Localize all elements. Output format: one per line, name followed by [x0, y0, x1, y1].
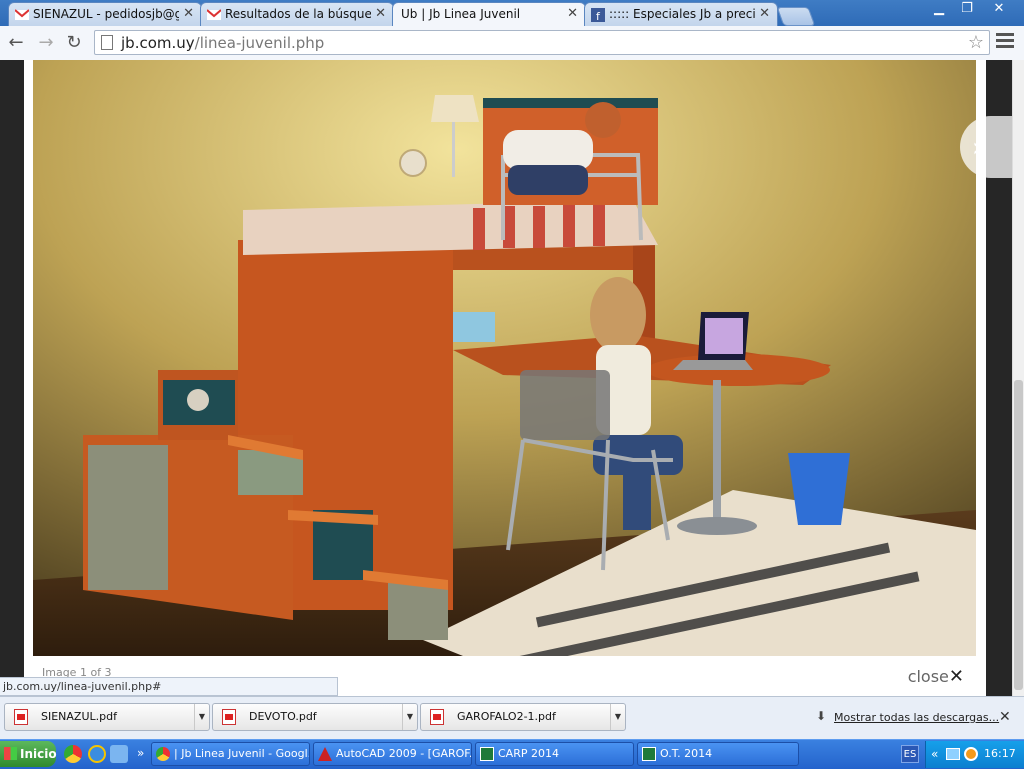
address-bar[interactable]: jb.com.uy/linea-juvenil.php ☆ — [94, 30, 990, 55]
excel-icon — [642, 747, 656, 761]
language-indicator[interactable]: ES — [901, 745, 919, 763]
close-icon[interactable]: ✕ — [567, 6, 578, 21]
close-icon[interactable]: ✕ — [375, 6, 386, 21]
task-autocad[interactable]: AutoCAD 2009 - [GAROF... — [313, 742, 472, 766]
task-label: O.T. 2014 — [660, 747, 713, 760]
tab-title: SIENAZUL - pedidosjb@gmail. — [33, 7, 179, 21]
download-item[interactable]: SIENAZUL.pdf ▼ — [4, 703, 210, 731]
product-photo — [33, 60, 976, 656]
close-icon[interactable]: ✕ — [999, 709, 1011, 725]
taskbar: Inicio » | Jb Linea Juvenil - Googl... A… — [0, 739, 1024, 769]
page-icon — [101, 35, 113, 50]
tray-chevron-icon[interactable]: « — [931, 747, 938, 761]
tab-strip: SIENAZUL - pedidosjb@gmail. ✕ Resultados… — [0, 0, 1024, 27]
forward-arrow-icon[interactable]: → — [34, 31, 58, 55]
download-filename: SIENAZUL.pdf — [41, 710, 117, 723]
download-arrow-icon: ⬇ — [816, 709, 827, 723]
url-text[interactable]: jb.com.uy/linea-juvenil.php — [121, 34, 324, 52]
excel-icon — [480, 747, 494, 761]
dropdown-arrow-icon[interactable]: ▼ — [402, 704, 417, 730]
tab-especiales-jb[interactable]: f ::::: Especiales Jb a precios ✕ — [584, 2, 778, 26]
chrome-icon — [156, 747, 170, 761]
tab-title: Resultados de la búsqueda - — [225, 7, 371, 21]
bookmark-star-icon[interactable]: ☆ — [968, 32, 984, 53]
tab-title: ᑌb | Jb Linea Juvenil — [401, 7, 521, 21]
network-icon[interactable] — [946, 748, 960, 760]
download-shelf: SIENAZUL.pdf ▼ DEVOTO.pdf ▼ GAROFALO2-1.… — [0, 696, 1024, 740]
status-bubble: jb.com.uy/linea-juvenil.php# — [0, 677, 338, 696]
task-carp-2014[interactable]: CARP 2014 — [475, 742, 634, 766]
close-icon[interactable]: ✕ — [759, 6, 770, 21]
vertical-scrollbar[interactable] — [1012, 60, 1024, 696]
download-item[interactable]: DEVOTO.pdf ▼ — [212, 703, 418, 731]
chrome-icon[interactable] — [64, 745, 82, 763]
scrollbar-thumb[interactable] — [1014, 380, 1023, 690]
tab-jb-linea-juvenil[interactable]: ᑌb | Jb Linea Juvenil ✕ — [392, 2, 586, 27]
browser-toolbar: ← → ↻ jb.com.uy/linea-juvenil.php ☆ — [0, 26, 1024, 61]
lightbox-close-button[interactable]: close✕ — [908, 666, 964, 687]
close-icon: ✕ — [948, 666, 964, 687]
tab-title: ::::: Especiales Jb a precios — [609, 7, 755, 21]
tab-sienazul[interactable]: SIENAZUL - pedidosjb@gmail. ✕ — [8, 2, 202, 26]
reload-icon[interactable]: ↻ — [62, 31, 86, 55]
page-viewport: » Image 1 of 3 close✕ — [0, 60, 1012, 696]
antivirus-icon[interactable] — [964, 747, 978, 761]
back-arrow-icon[interactable]: ← — [4, 31, 28, 55]
download-filename: GAROFALO2-1.pdf — [457, 710, 556, 723]
dropdown-arrow-icon[interactable]: ▼ — [194, 704, 209, 730]
quicklaunch-chevron-icon[interactable]: » — [137, 746, 144, 760]
internet-explorer-icon[interactable] — [88, 745, 106, 763]
pdf-icon — [222, 709, 236, 725]
new-tab-button[interactable] — [776, 7, 816, 26]
gmail-icon — [207, 9, 221, 20]
close-label: close — [907, 667, 949, 686]
task-chrome[interactable]: | Jb Linea Juvenil - Googl... — [151, 742, 310, 766]
tab-resultados[interactable]: Resultados de la búsqueda - ✕ — [200, 2, 394, 26]
minimize-icon[interactable]: ▁ — [924, 0, 954, 18]
start-label: Inicio — [20, 747, 57, 761]
download-item[interactable]: GAROFALO2-1.pdf ▼ — [420, 703, 626, 731]
show-all-downloads-link[interactable]: Mostrar todas las descargas... — [834, 711, 999, 724]
task-label: CARP 2014 — [498, 747, 559, 760]
task-label: AutoCAD 2009 - [GAROF... — [336, 747, 472, 760]
double-chevron-right-icon: » — [972, 133, 988, 163]
close-icon[interactable]: ✕ — [183, 6, 194, 21]
task-label: | Jb Linea Juvenil - Googl... — [174, 747, 310, 760]
start-button[interactable]: Inicio — [0, 741, 57, 767]
restore-icon[interactable]: ❐ — [952, 0, 982, 18]
window-close-icon[interactable]: ✕ — [984, 0, 1014, 18]
lightbox: » Image 1 of 3 close✕ — [24, 60, 1012, 696]
pdf-icon — [430, 709, 444, 725]
task-ot-2014[interactable]: O.T. 2014 — [637, 742, 799, 766]
url-path: /linea-juvenil.php — [194, 34, 325, 52]
windows-logo-icon — [4, 747, 17, 760]
facebook-icon: f — [591, 8, 605, 22]
autocad-icon — [318, 747, 332, 761]
menu-icon[interactable] — [996, 33, 1014, 51]
url-domain: jb.com.uy — [121, 34, 195, 52]
pdf-icon — [14, 709, 28, 725]
show-desktop-icon[interactable] — [110, 745, 128, 763]
download-filename: DEVOTO.pdf — [249, 710, 317, 723]
dropdown-arrow-icon[interactable]: ▼ — [610, 704, 625, 730]
gmail-icon — [15, 9, 29, 20]
clock: 16:17 — [984, 747, 1016, 760]
